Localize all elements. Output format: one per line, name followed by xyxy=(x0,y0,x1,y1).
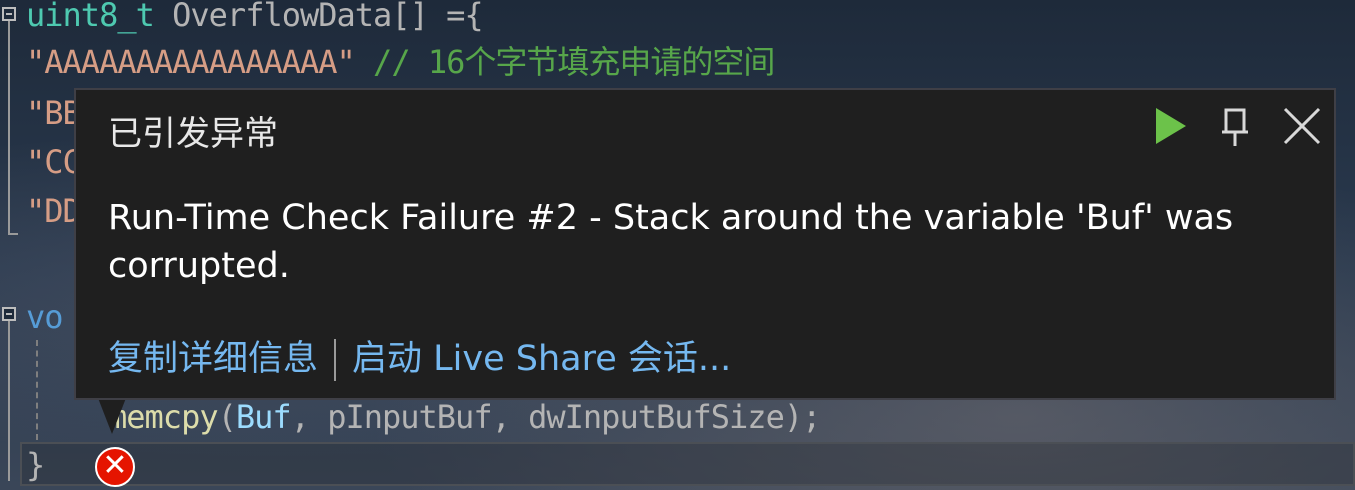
code-token: Buf xyxy=(235,398,292,436)
fold-guide xyxy=(8,321,10,481)
code-line[interactable]: "AAAAAAAAAAAAAAAA" // 16个字节填充申请的空间 xyxy=(26,37,775,87)
code-token: } xyxy=(26,446,45,484)
code-token: // 16个字节填充申请的空间 xyxy=(354,43,775,81)
start-live-share-link[interactable]: 启动 Live Share 会话... xyxy=(352,339,731,379)
popup-title: 已引发异常 xyxy=(108,114,278,154)
fold-guide-end xyxy=(8,233,18,235)
continue-button[interactable] xyxy=(1148,104,1192,148)
code-token: "CC xyxy=(26,143,82,181)
code-line[interactable]: uint8_t OverflowData[] ={ xyxy=(26,0,484,40)
exception-message: Run-Time Check Failure #2 - Stack around… xyxy=(108,198,1234,286)
code-token: OverflowData[] ={ xyxy=(153,0,484,34)
pin-icon xyxy=(1222,108,1248,146)
close-icon xyxy=(1283,107,1321,145)
fold-guide xyxy=(8,21,10,235)
code-line[interactable]: } xyxy=(26,440,45,490)
code-line[interactable]: "BB xyxy=(26,88,82,138)
code-token: "DD xyxy=(26,192,82,230)
popup-actions: 复制详细信息 启动 Live Share 会话... xyxy=(108,330,731,381)
popup-pointer xyxy=(98,398,126,434)
indent-guide xyxy=(36,340,38,440)
code-token: vo xyxy=(26,298,64,336)
close-button[interactable] xyxy=(1280,104,1324,148)
play-icon xyxy=(1156,108,1186,144)
link-separator xyxy=(334,339,337,381)
code-token: , pInputBuf, dwInputBufSize); xyxy=(290,398,822,436)
exception-popup: 已引发异常 Run-Time Check Failure #2 - Stack … xyxy=(74,88,1336,400)
current-line-highlight xyxy=(20,442,1355,486)
code-token: "AAAAAAAAAAAAAAAA" xyxy=(26,43,356,81)
error-icon[interactable]: ✕ xyxy=(95,447,135,487)
fold-toggle-icon[interactable] xyxy=(2,307,16,321)
code-token: "BB xyxy=(26,94,82,132)
code-line[interactable]: "CC xyxy=(26,137,82,187)
code-token: uint8_t xyxy=(26,0,155,34)
copy-details-link[interactable]: 复制详细信息 xyxy=(108,339,318,379)
code-line[interactable]: vo xyxy=(26,292,64,342)
fold-toggle-icon[interactable] xyxy=(2,7,16,21)
pin-button[interactable] xyxy=(1214,104,1258,148)
code-token: ( xyxy=(217,398,237,436)
code-line[interactable]: "DD xyxy=(26,186,82,236)
